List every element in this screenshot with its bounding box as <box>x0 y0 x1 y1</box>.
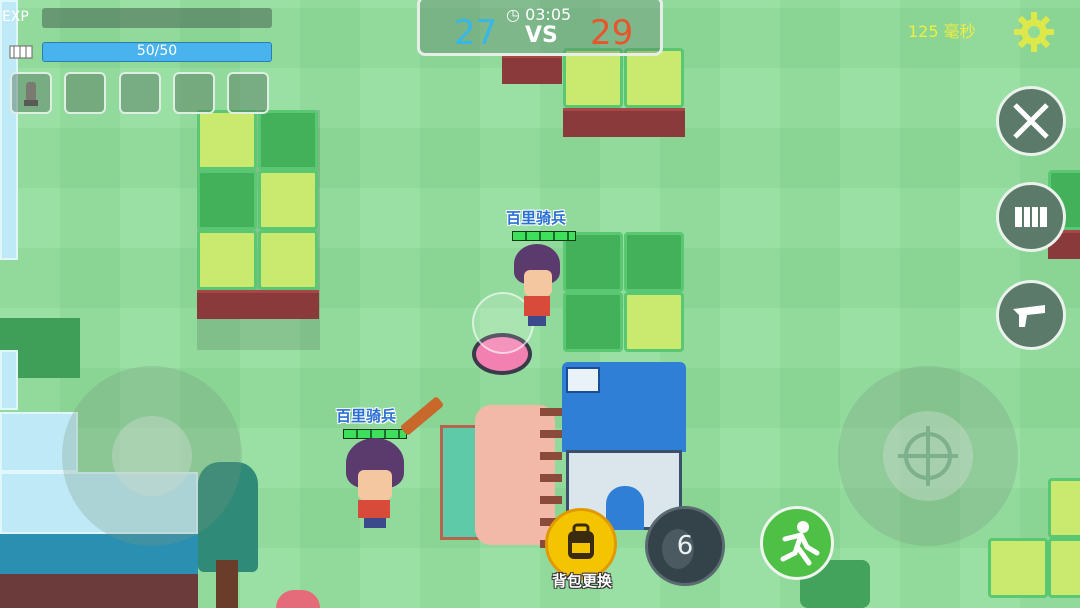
health-text: 50/50 <box>136 43 178 59</box>
house-window <box>566 367 600 393</box>
vs-label: VS <box>525 23 558 48</box>
scoreboard: ◷ 03:05 27 VS 29 <box>417 0 663 56</box>
pink-object <box>276 590 320 608</box>
grenade-count: 6 <box>676 531 694 561</box>
rifle-pickup[interactable] <box>399 395 445 437</box>
running-man-icon <box>780 521 820 566</box>
player-name: 百里骑兵 <box>336 407 397 425</box>
crosshair-icon <box>898 426 958 486</box>
dirt-edge <box>0 574 198 608</box>
dirt-edge <box>563 108 685 137</box>
grass-block <box>563 232 623 292</box>
grass-block <box>1048 538 1080 598</box>
melee-button[interactable] <box>996 86 1066 156</box>
player-character <box>340 438 410 528</box>
grass-block <box>988 538 1048 598</box>
grenade-icon <box>24 82 38 106</box>
grass-block <box>197 230 257 290</box>
reload-button[interactable] <box>996 182 1066 252</box>
dirt-edge <box>197 290 319 319</box>
grass-block <box>1048 478 1080 538</box>
pistol-icon <box>1013 305 1045 327</box>
dirt-edge <box>502 55 562 84</box>
grenade-button[interactable]: 6 <box>645 506 725 586</box>
player-character <box>508 244 563 326</box>
backpack-label: 背包更换 <box>551 572 612 590</box>
ammo-icon <box>8 40 38 64</box>
crossed-swords-icon <box>1013 103 1049 139</box>
timer: ◷ 03:05 <box>506 5 571 24</box>
inventory-slot[interactable] <box>10 72 52 114</box>
exp-bar <box>42 8 272 28</box>
grass-block <box>258 170 318 230</box>
ping-text: 125 毫秒 <box>908 22 976 41</box>
sprint-button[interactable] <box>760 506 834 580</box>
swap-weapon-button[interactable] <box>996 280 1066 350</box>
grass-block <box>197 110 257 170</box>
inventory-slot[interactable] <box>173 72 215 114</box>
inventory-slot[interactable] <box>227 72 269 114</box>
ammo-belt-icon <box>1015 207 1047 227</box>
inventory-slot[interactable] <box>119 72 161 114</box>
grass-block <box>563 48 623 108</box>
move-joystick-knob[interactable] <box>112 416 192 496</box>
settings-button[interactable] <box>1012 10 1056 54</box>
grass-block <box>563 292 623 352</box>
backpack-icon <box>568 523 594 559</box>
grass-block <box>258 230 318 290</box>
aim-joystick-knob[interactable] <box>883 411 973 501</box>
grass-block <box>624 232 684 292</box>
clock-icon: ◷ <box>506 5 520 24</box>
ice-block <box>0 0 18 260</box>
inventory-slot[interactable] <box>64 72 106 114</box>
red-score: 29 <box>590 13 634 53</box>
grass-block <box>197 170 257 230</box>
grass-block <box>624 292 684 352</box>
gear-icon <box>1014 12 1054 52</box>
player-health-bar <box>512 231 576 241</box>
ice-block <box>0 350 18 410</box>
tree-trunk <box>216 560 238 608</box>
grass-block <box>624 48 684 108</box>
player-name: 百里骑兵 <box>506 209 567 227</box>
timer-text: 03:05 <box>525 5 572 24</box>
grass-block <box>258 110 318 170</box>
exp-label: EXP <box>2 9 29 25</box>
move-joystick[interactable] <box>62 366 242 546</box>
aim-joystick[interactable] <box>838 366 1018 546</box>
blue-score: 27 <box>454 13 498 53</box>
